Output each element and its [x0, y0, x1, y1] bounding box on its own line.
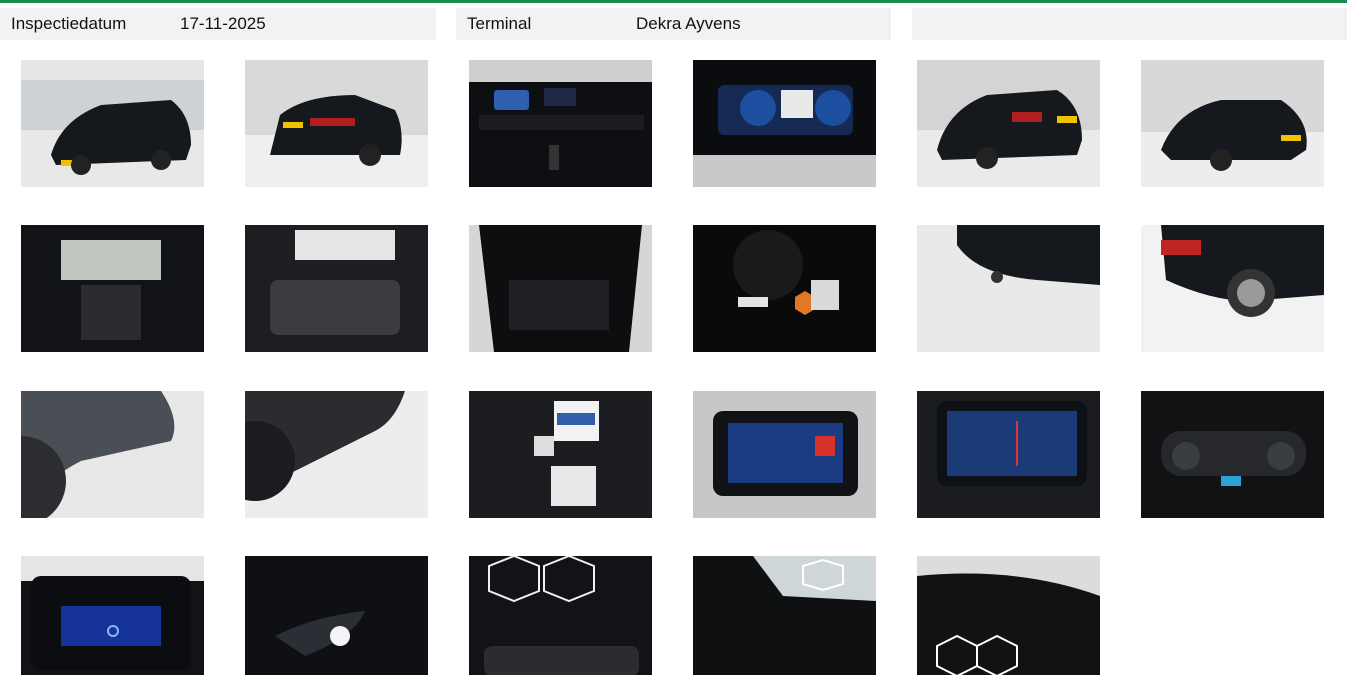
photo-car-rear-right[interactable] — [917, 60, 1100, 187]
photo-infotainment-screen[interactable] — [693, 391, 876, 518]
photo-headlight[interactable] — [245, 556, 428, 675]
photo-rear-seats[interactable] — [245, 225, 428, 352]
photo-factory-reset-screen[interactable] — [21, 556, 204, 675]
photo-car-front-left[interactable] — [21, 60, 204, 187]
terminal-cell: Terminal Dekra Ayvens — [456, 8, 891, 40]
photo-side-sill[interactable] — [245, 391, 428, 518]
photo-car-rear-left[interactable] — [245, 60, 428, 187]
terminal-value: Dekra Ayvens — [636, 14, 741, 33]
inspection-date-label: Inspectiedatum — [11, 14, 127, 33]
photo-panoramic-roof[interactable] — [693, 556, 876, 675]
photo-interior-dashboard[interactable] — [469, 60, 652, 187]
header-row: Inspectiedatum 17-11-2025 Terminal Dekra… — [0, 8, 1347, 40]
photo-documents-keys[interactable] — [469, 391, 652, 518]
photo-side-damage-left[interactable] — [21, 391, 204, 518]
photo-car-front-right[interactable] — [1141, 60, 1324, 187]
photo-navigation-screen[interactable] — [917, 391, 1100, 518]
photo-instrument-cluster[interactable] — [693, 60, 876, 187]
photo-trunk[interactable] — [469, 225, 652, 352]
inspection-date-value: 17-11-2025 — [180, 14, 266, 33]
photo-climate-controls[interactable] — [1141, 391, 1324, 518]
empty-header-cell — [912, 8, 1347, 40]
photo-trunk-tool-bag[interactable] — [469, 556, 652, 675]
terminal-label: Terminal — [467, 14, 532, 33]
photo-rear-wheel[interactable] — [1141, 225, 1324, 352]
inspection-date-cell: Inspectiedatum 17-11-2025 — [0, 8, 436, 40]
photo-roof-reflection[interactable] — [917, 556, 1100, 675]
inspection-photo-page: Inspectiedatum 17-11-2025 Terminal Dekra… — [0, 0, 1347, 675]
photo-driver-door-open[interactable] — [21, 225, 204, 352]
photo-tow-hook[interactable] — [917, 225, 1100, 352]
photo-spare-wheel-well[interactable] — [693, 225, 876, 352]
